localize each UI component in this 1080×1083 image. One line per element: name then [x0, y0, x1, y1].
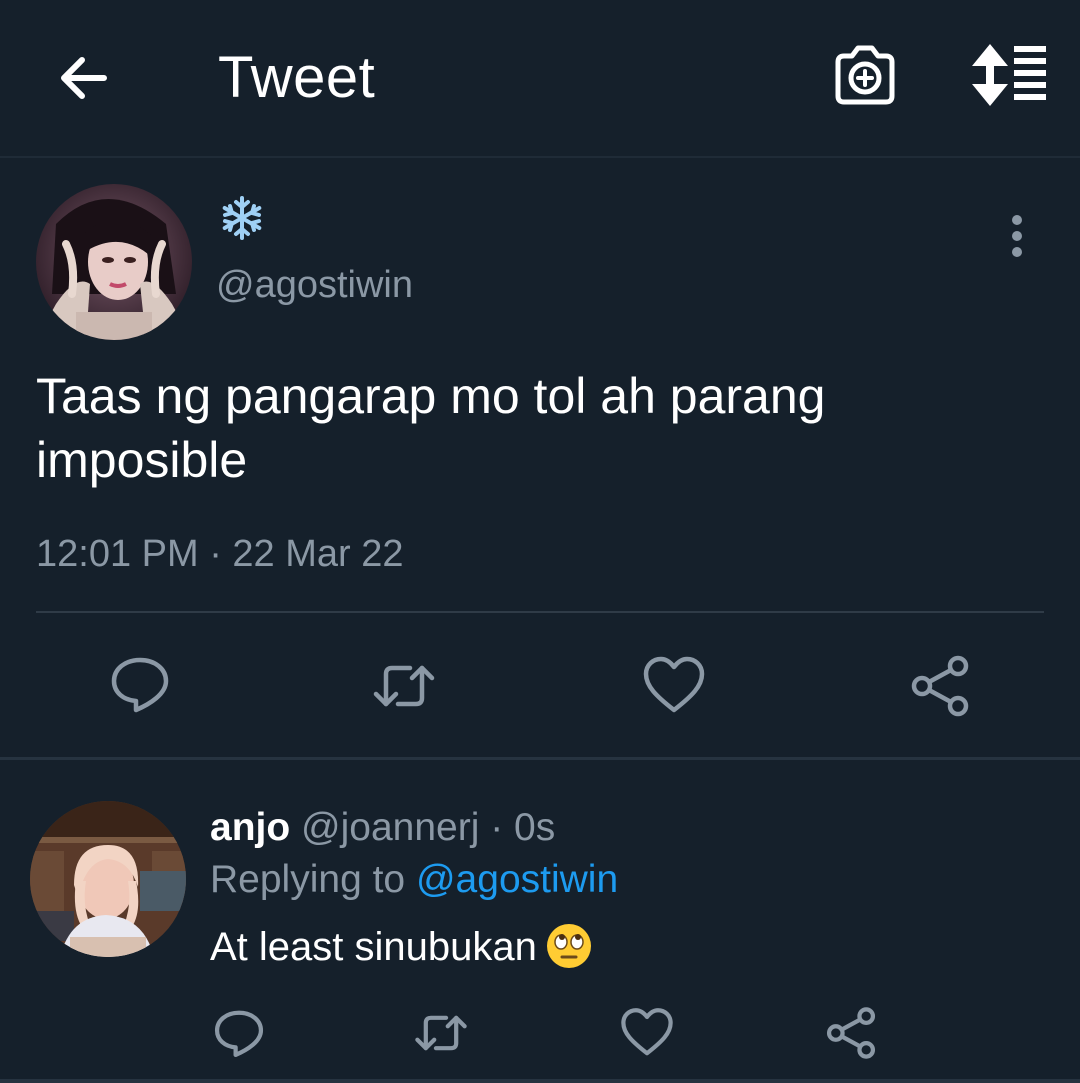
more-vertical-icon [1012, 215, 1022, 257]
arrow-left-icon [61, 57, 107, 99]
profile-photo [30, 801, 186, 957]
author-handle[interactable]: @agostiwin [216, 264, 413, 307]
retweet-icon [415, 1015, 467, 1051]
share-button[interactable] [908, 654, 972, 718]
like-icon [621, 1008, 673, 1056]
camera-button[interactable] [830, 40, 900, 110]
tweet-detail-screen: Tweet @agostiwin Taas ng pangarap mo tol… [0, 0, 1080, 1083]
like-button[interactable] [642, 654, 706, 718]
share-icon [826, 1007, 876, 1059]
reply-reply-button[interactable] [212, 1006, 266, 1060]
reply-author-handle[interactable]: @joannerj [301, 806, 479, 849]
reply-icon [111, 657, 169, 713]
tweet-timestamp[interactable]: 12:01 PM · 22 Mar 22 [36, 533, 404, 576]
avatar[interactable] [36, 184, 192, 340]
camera-plus-icon [835, 45, 895, 105]
reply-text: At least sinubukan [210, 922, 593, 970]
share-icon [911, 655, 969, 717]
sort-button[interactable] [966, 42, 1050, 108]
reply-text-content: At least sinubukan [210, 925, 537, 969]
reply-header: anjo @joannerj · 0s [210, 806, 555, 850]
like-icon [643, 656, 705, 713]
retweet-button[interactable] [372, 654, 436, 718]
sort-icon [972, 44, 1046, 106]
top-app-bar: Tweet [0, 0, 1080, 158]
snowflake-icon [222, 196, 262, 240]
page-title: Tweet [218, 45, 376, 110]
back-button[interactable] [52, 46, 116, 110]
divider [0, 1079, 1080, 1083]
eye-roll-emoji-icon [546, 924, 591, 968]
section-divider [0, 757, 1080, 760]
reply-icon [214, 1010, 264, 1058]
reply-retweet-button[interactable] [414, 1006, 468, 1060]
more-options-button[interactable] [1002, 212, 1032, 260]
retweet-icon [373, 665, 435, 707]
reply-like-button[interactable] [620, 1006, 674, 1060]
reply-avatar[interactable] [30, 801, 186, 957]
divider [36, 611, 1044, 613]
reply-time: · 0s [490, 806, 556, 849]
replying-to-line: Replying to @agostiwin [210, 858, 618, 902]
reply-author-name[interactable]: anjo [210, 806, 290, 849]
profile-photo [36, 184, 192, 340]
reply-share-button[interactable] [824, 1006, 878, 1060]
reply-button[interactable] [108, 652, 172, 716]
replying-to-label: Replying to [210, 858, 406, 901]
tweet-text: Taas ng pangarap mo tol ah parang imposi… [36, 368, 826, 488]
replying-to-mention[interactable]: @agostiwin [416, 858, 618, 901]
display-name[interactable] [218, 194, 266, 242]
